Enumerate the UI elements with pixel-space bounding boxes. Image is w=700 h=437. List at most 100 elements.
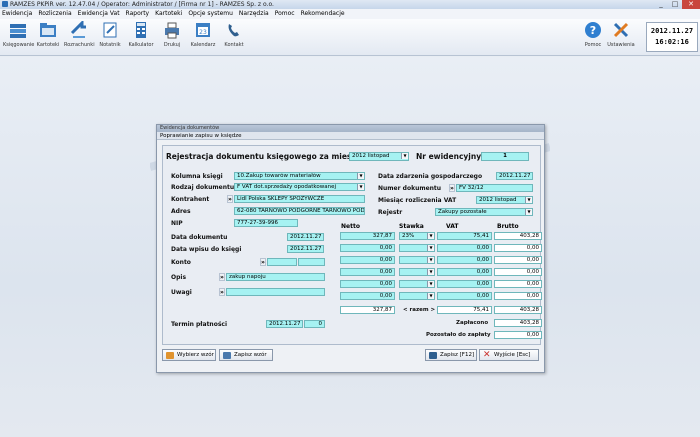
- kontrahent-label: Kontrahent: [171, 196, 210, 203]
- svg-text:23: 23: [199, 29, 207, 36]
- toolbar-drukuj-button[interactable]: Drukuj: [157, 21, 187, 48]
- vat-row-vat[interactable]: 75,41: [437, 232, 492, 240]
- toolbar-label: Notatnik: [99, 42, 121, 48]
- toolbar-label: Kalkulator: [128, 42, 154, 48]
- toolbar-kalkulator-button[interactable]: Kalkulator: [126, 21, 156, 48]
- document-dialog: Ewidencja dokumentów Poprawianie zapisu …: [156, 124, 545, 373]
- app-icon: [2, 1, 8, 7]
- phone-icon: [225, 21, 243, 39]
- calendar-icon: 23: [194, 21, 212, 39]
- zapisz-wzor-button[interactable]: Zapisz wzór: [219, 349, 273, 361]
- toolbar-label: Kalendarz: [190, 42, 216, 48]
- close-button[interactable]: ✕: [682, 0, 700, 9]
- vat-row-stawka[interactable]: ▼: [399, 280, 435, 288]
- vat-row-stawka[interactable]: ▼: [399, 268, 435, 276]
- menu-rozliczenia[interactable]: Rozliczenia: [38, 9, 71, 19]
- menu-pomoc[interactable]: Pomoc: [275, 9, 295, 19]
- settings-button[interactable]: Ustawienia: [606, 21, 636, 48]
- dialog-subtitle: Poprawianie zapisu w księdze: [157, 132, 544, 140]
- vat-row-stawka[interactable]: ▼: [399, 256, 435, 264]
- zaplacono-label: Zapłacono: [456, 320, 489, 326]
- miesiac-vat-select[interactable]: 2012 listopad ▼: [476, 196, 533, 204]
- month-select[interactable]: 2012 listopad ▼: [349, 152, 409, 161]
- adres-field[interactable]: 62-080 TARNOWO PODGÓRNE TARNOWO POD: [234, 207, 365, 215]
- clock-time: 16:02:16: [655, 38, 689, 46]
- numer-dokumentu-field[interactable]: FV 32/12: [456, 184, 533, 192]
- wybierz-wzor-button[interactable]: Wybierz wzór: [162, 349, 216, 361]
- kontrahent-picker-button[interactable]: »: [227, 195, 233, 203]
- zapisz-button[interactable]: Zapisz [F12]: [425, 349, 477, 361]
- vat-row-vat[interactable]: 0,00: [437, 280, 492, 288]
- konto-picker-button[interactable]: »: [260, 258, 266, 266]
- vat-row-netto[interactable]: 0,00: [340, 256, 395, 264]
- termin-days-field[interactable]: 0: [304, 320, 325, 328]
- svg-text:?: ?: [590, 24, 596, 37]
- termin-date-field[interactable]: 2012.11.27: [266, 320, 303, 328]
- vat-row-stawka[interactable]: 23% ▼: [399, 232, 435, 240]
- data-wpisu-field[interactable]: 2012.11.27: [287, 245, 324, 253]
- document-form: Rejestracja dokumentu księgowego za mies…: [162, 145, 542, 345]
- help-label: Pomoc: [584, 42, 602, 48]
- menu-narzedzia[interactable]: Narzędzia: [239, 9, 269, 19]
- uwagi-field[interactable]: [226, 288, 325, 296]
- chevron-down-icon: ▼: [357, 173, 364, 179]
- vat-row-netto[interactable]: 0,00: [340, 292, 395, 300]
- data-zdarzenia-field[interactable]: 2012.11.27: [496, 172, 533, 180]
- opis-field[interactable]: zakup napoju: [226, 273, 325, 281]
- rejestr-value: Zakupy pozostałe: [438, 209, 487, 215]
- minimize-button[interactable]: _: [654, 0, 668, 9]
- rodzaj-select[interactable]: F VAT dot.sprzedaży opodatkowanej ▼: [234, 183, 365, 191]
- zaplacono-field[interactable]: 403,28: [494, 319, 542, 327]
- stawka-value: 23%: [402, 233, 415, 239]
- toolbar-label: Kartoteki: [36, 42, 60, 48]
- rejestr-select[interactable]: Zakupy pozostałe ▼: [435, 208, 533, 216]
- menu-raporty[interactable]: Raporty: [126, 9, 150, 19]
- help-button[interactable]: ? Pomoc: [578, 21, 608, 48]
- konto-field-1[interactable]: [267, 258, 297, 266]
- toolbar-ksiegowanie-button[interactable]: Księgowanie: [3, 21, 34, 48]
- vat-row-vat[interactable]: 0,00: [437, 244, 492, 252]
- vat-row-stawka[interactable]: ▼: [399, 244, 435, 252]
- vat-row-vat[interactable]: 0,00: [437, 256, 492, 264]
- numer-dokumentu-label: Numer dokumentu: [378, 185, 442, 192]
- calculator-icon: [132, 21, 150, 39]
- floppy-disk-icon: [429, 352, 437, 359]
- zapisz-wzor-label: Zapisz wzór: [234, 352, 267, 358]
- menu-ewidencja[interactable]: Ewidencja: [2, 9, 32, 19]
- data-dokumentu-field[interactable]: 2012.11.27: [287, 233, 324, 241]
- vat-row-vat[interactable]: 0,00: [437, 268, 492, 276]
- nr-ewidencyjny-field[interactable]: 1: [481, 152, 529, 161]
- vat-row-stawka[interactable]: ▼: [399, 292, 435, 300]
- kontrahent-field[interactable]: Lidl Polska SKLEPY SPOŻYWCZE: [234, 195, 365, 203]
- numer-picker-button[interactable]: »: [449, 184, 455, 192]
- toolbar-kartoteki-button[interactable]: Kartoteki: [33, 21, 63, 48]
- toolbar-rozrachunki-button[interactable]: Rozrachunki: [64, 19, 95, 48]
- vat-row-netto[interactable]: 327,87: [340, 232, 395, 240]
- vat-row-brutto: 0,00: [494, 280, 542, 288]
- menu-opcje-systemu[interactable]: Opcje systemu: [188, 9, 233, 19]
- menu-kartoteki[interactable]: Kartoteki: [155, 9, 182, 19]
- kolumna-select[interactable]: 10.Zakup towarów materiałów ▼: [234, 172, 365, 180]
- nip-field[interactable]: 777-27-39-996: [234, 219, 298, 227]
- toolbar-kontakt-button[interactable]: Kontakt: [219, 21, 249, 48]
- folders-icon: [39, 21, 57, 39]
- menu-bar: Ewidencja Rozliczenia Ewidencja Vat Rapo…: [0, 9, 700, 19]
- uwagi-picker-button[interactable]: »: [219, 288, 225, 296]
- wyjscie-button[interactable]: ✕ Wyjście [Esc]: [479, 349, 539, 361]
- maximize-button[interactable]: □: [668, 0, 682, 9]
- toolbar-notatnik-button[interactable]: Notatnik: [95, 21, 125, 48]
- konto-field-2[interactable]: [298, 258, 325, 266]
- vat-row-netto[interactable]: 0,00: [340, 268, 395, 276]
- vat-header: VAT: [446, 223, 459, 230]
- chevron-down-icon: ▼: [357, 184, 364, 190]
- menu-ewidencja-vat[interactable]: Ewidencja Vat: [78, 9, 120, 19]
- menu-rekomendacje[interactable]: Rekomendacje: [301, 9, 345, 19]
- razem-label: < razem >: [403, 307, 436, 313]
- vat-row-vat[interactable]: 0,00: [437, 292, 492, 300]
- opis-picker-button[interactable]: »: [219, 273, 225, 281]
- vat-row-netto[interactable]: 0,00: [340, 244, 395, 252]
- vat-row-netto[interactable]: 0,00: [340, 280, 395, 288]
- chevron-down-icon: ▼: [401, 153, 408, 159]
- chevron-down-icon: ▼: [427, 257, 434, 263]
- toolbar-kalendarz-button[interactable]: 23 Kalendarz: [188, 21, 218, 48]
